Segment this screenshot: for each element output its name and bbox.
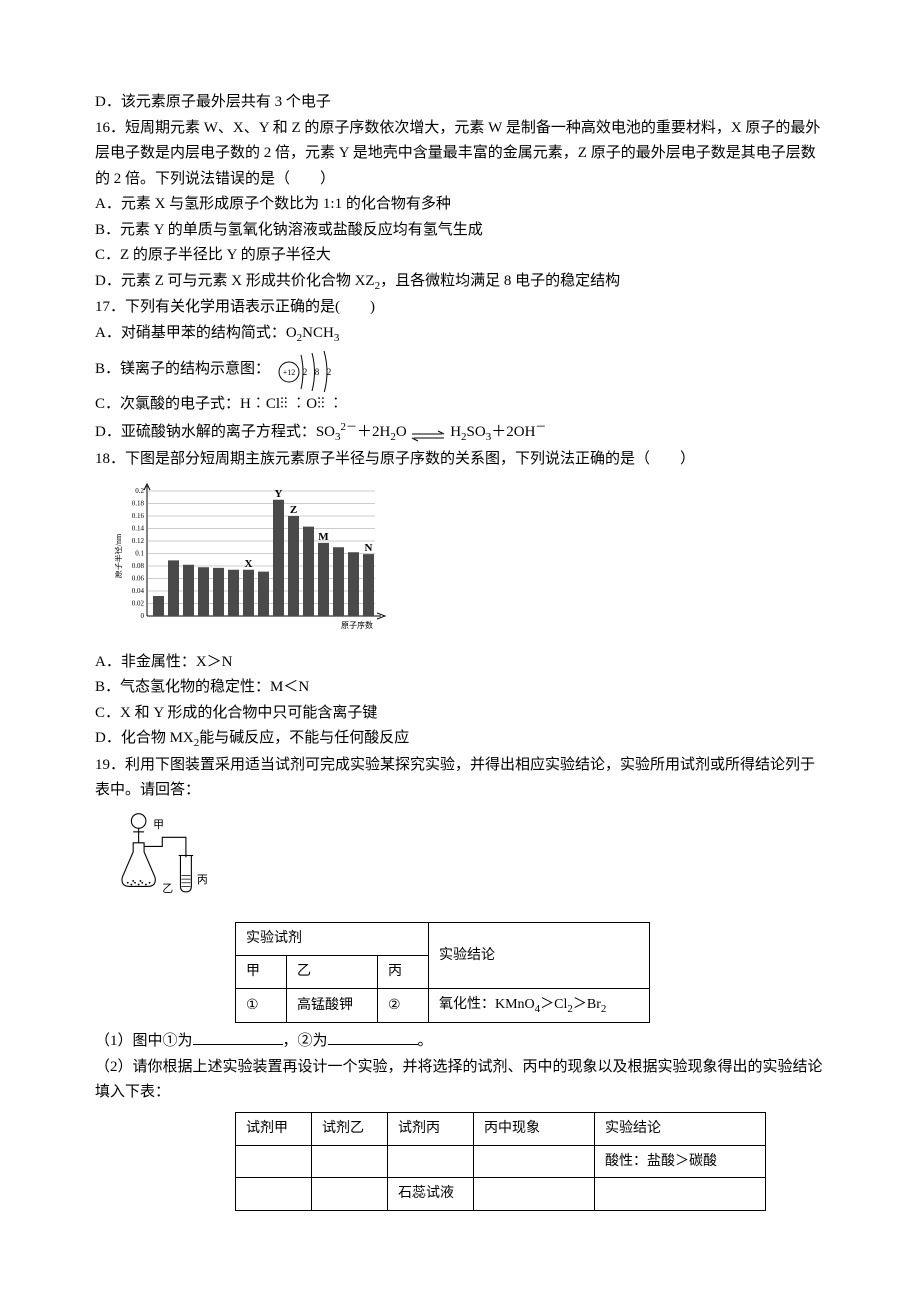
svg-text:0.14: 0.14 [132,525,145,533]
q18-stem: 18．下图是部分短周期主族元素原子半径与原子序数的关系图，下列说法正确的是（ ） [95,447,825,473]
svg-text:0.06: 0.06 [132,575,145,583]
q17-d-p4: H [450,424,461,440]
t1-r1c2: 高锰酸钾 [287,988,378,1022]
q17-d-supm: － [535,421,546,433]
t2-r2c1[interactable] [236,1178,312,1211]
q17-d-p6: ＋2OH [491,424,535,440]
t2-h4: 丙中现象 [474,1112,595,1145]
q19-p1a: （1）图中①为 [95,1033,193,1049]
q17-d-sup2m: 2－ [341,421,358,433]
q15-option-d: D．该元素原子最外层共有 3 个电子 [95,90,825,116]
q17-b-text: B．镁离子的结构示意图： [95,361,270,377]
t2-r2c2[interactable] [312,1178,388,1211]
t1-r1c4-p3: ＞Br [573,997,601,1012]
t2-r2c4[interactable] [474,1178,595,1211]
q17-a-part1: A．对硝基甲苯的结构简式：O [95,325,297,341]
svg-text:0.2: 0.2 [135,487,144,495]
q17-d-p3: O [396,424,407,440]
t1-r1c3: ② [378,988,429,1022]
atom-shell-2: 8 [315,367,320,377]
atom-structure-diagram: +12 2 8 2 [274,347,344,392]
svg-text:X: X [245,558,253,570]
q17-stem: 17．下列有关化学用语表示正确的是( ) [95,295,825,321]
q17-option-c: C．次氯酸的电子式：H︰Cl⫶⫶ ︰O⫶⫶ ︰ [95,392,825,418]
chart-x-label: 原子序数 [341,620,373,630]
q16-d-part2: ，且各微粒均满足 8 电子的稳定结构 [380,273,620,289]
q19-p1b: ，②为 [283,1033,328,1049]
q17-d-p1: D．亚硫酸钠水解的离子方程式：SO [95,424,335,440]
q18-d-p1: D．化合物 MX [95,730,194,746]
apparatus-label-jia: 甲 [153,819,164,831]
t2-h2: 试剂乙 [312,1112,388,1145]
q16-option-b: B．元素 Y 的单质与氢氧化钠溶液或盐酸反应均有氢气生成 [95,218,825,244]
q19-table2: 试剂甲 试剂乙 试剂丙 丙中现象 实验结论 酸性：盐酸＞碳酸 石蕊试液 [235,1112,766,1211]
svg-text:0.18: 0.18 [132,500,145,508]
t1-c3: 丙 [378,956,429,989]
q18-option-b: B．气态氢化物的稳定性：M＜N [95,675,825,701]
t2-r1c4[interactable] [474,1145,595,1178]
atom-nucleus-charge: +12 [283,368,296,377]
svg-text:0.08: 0.08 [132,562,145,570]
q16-stem: 16．短周期元素 W、X、Y 和 Z 的原子序数依次增大，元素 W 是制备一种高… [95,116,825,193]
t2-h3: 试剂丙 [388,1112,474,1145]
q18-option-a: A．非金属性：X＞N [95,650,825,676]
apparatus-diagram: 甲 乙 丙 [115,808,215,903]
atom-shell-1: 2 [303,367,308,377]
q16-option-a: A．元素 X 与氢形成原子个数比为 1:1 的化合物有多种 [95,192,825,218]
t2-h1: 试剂甲 [236,1112,312,1145]
equilibrium-arrow-icon [410,426,446,438]
t1-r1c4-p1: 氧化性：KMnO [439,997,535,1012]
t2-r2c3: 石蕊试液 [388,1178,474,1211]
chart-y-label: 原子半径/nm [115,533,123,578]
q18-option-c: C．X 和 Y 形成的化合物中只可能含离子键 [95,701,825,727]
q19-part1: （1）图中①为 ，②为 。 [95,1029,825,1055]
t2-r1c1[interactable] [236,1145,312,1178]
t1-c2: 乙 [287,956,378,989]
t2-r1c5: 酸性：盐酸＞碳酸 [595,1145,766,1178]
q17-a-sub2: 3 [334,332,340,344]
blank-1[interactable] [193,1029,283,1045]
t1-c1: 甲 [236,956,287,989]
svg-text:0.04: 0.04 [132,587,145,595]
t1-r1c1: ① [236,988,287,1022]
t2-r2c5[interactable] [595,1178,766,1211]
svg-text:0.16: 0.16 [132,512,145,520]
t1-h1: 实验试剂 [236,923,429,956]
q17-option-d: D．亚硫酸钠水解的离子方程式：SO32－＋2H2O H2SO3＋2OH－ [95,418,825,447]
svg-text:N: N [365,542,373,554]
svg-text:Y: Y [275,488,283,500]
apparatus-label-yi: 乙 [162,882,173,895]
t2-r1c3[interactable] [388,1145,474,1178]
atom-shell-3: 2 [327,367,332,377]
q19-part2: （2）请你根据上述实验装置再设计一个实验，并将选择的试剂、丙中的现象以及根据实验… [95,1055,825,1106]
svg-text:0.02: 0.02 [132,600,145,608]
q19-table1: 实验试剂 实验结论 甲 乙 丙 ① 高锰酸钾 ② 氧化性：KMnO4＞Cl2＞B… [235,922,650,1023]
q16-d-part1: D．元素 Z 可与元素 X 形成共价化合物 XZ [95,273,375,289]
t2-r1c2[interactable] [312,1145,388,1178]
q17-option-b: B．镁离子的结构示意图： +12 2 8 2 [95,347,825,392]
svg-text:0: 0 [141,612,145,620]
q18-d-p2: 能与碱反应，不能与任何酸反应 [199,730,409,746]
t1-h2: 实验结论 [429,923,650,989]
apparatus-label-bing: 丙 [197,874,208,886]
q17-a-part2: NCH [302,325,334,341]
q18-option-d: D．化合物 MX2能与碱反应，不能与任何酸反应 [95,726,825,753]
svg-text:0.12: 0.12 [132,537,145,545]
t1-r1c4-s2b: 2 [601,1003,607,1015]
t1-r1c4-p2: ＞Cl [540,997,567,1012]
t2-h5: 实验结论 [595,1112,766,1145]
q17-option-a: A．对硝基甲苯的结构简式：O2NCH3 [95,321,825,348]
q17-d-p2: ＋2H [357,424,390,440]
t1-r1c4: 氧化性：KMnO4＞Cl2＞Br2 [429,988,650,1022]
q19-p1c: 。 [418,1033,433,1049]
svg-text:Z: Z [290,504,297,516]
q17-d-p5: SO [467,424,486,440]
q16-option-d: D．元素 Z 可与元素 X 形成共价化合物 XZ2，且各微粒均满足 8 电子的稳… [95,269,825,296]
atomic-radius-chart: 00.020.040.060.080.10.120.140.160.180.2 … [115,476,395,646]
q16-option-c: C．Z 的原子半径比 Y 的原子半径大 [95,243,825,269]
svg-text:0.1: 0.1 [135,550,144,558]
q19-stem: 19．利用下图装置采用适当试剂可完成实验某探究实验，并得出相应实验结论，实验所用… [95,753,825,804]
blank-2[interactable] [328,1029,418,1045]
svg-text:M: M [318,531,329,543]
